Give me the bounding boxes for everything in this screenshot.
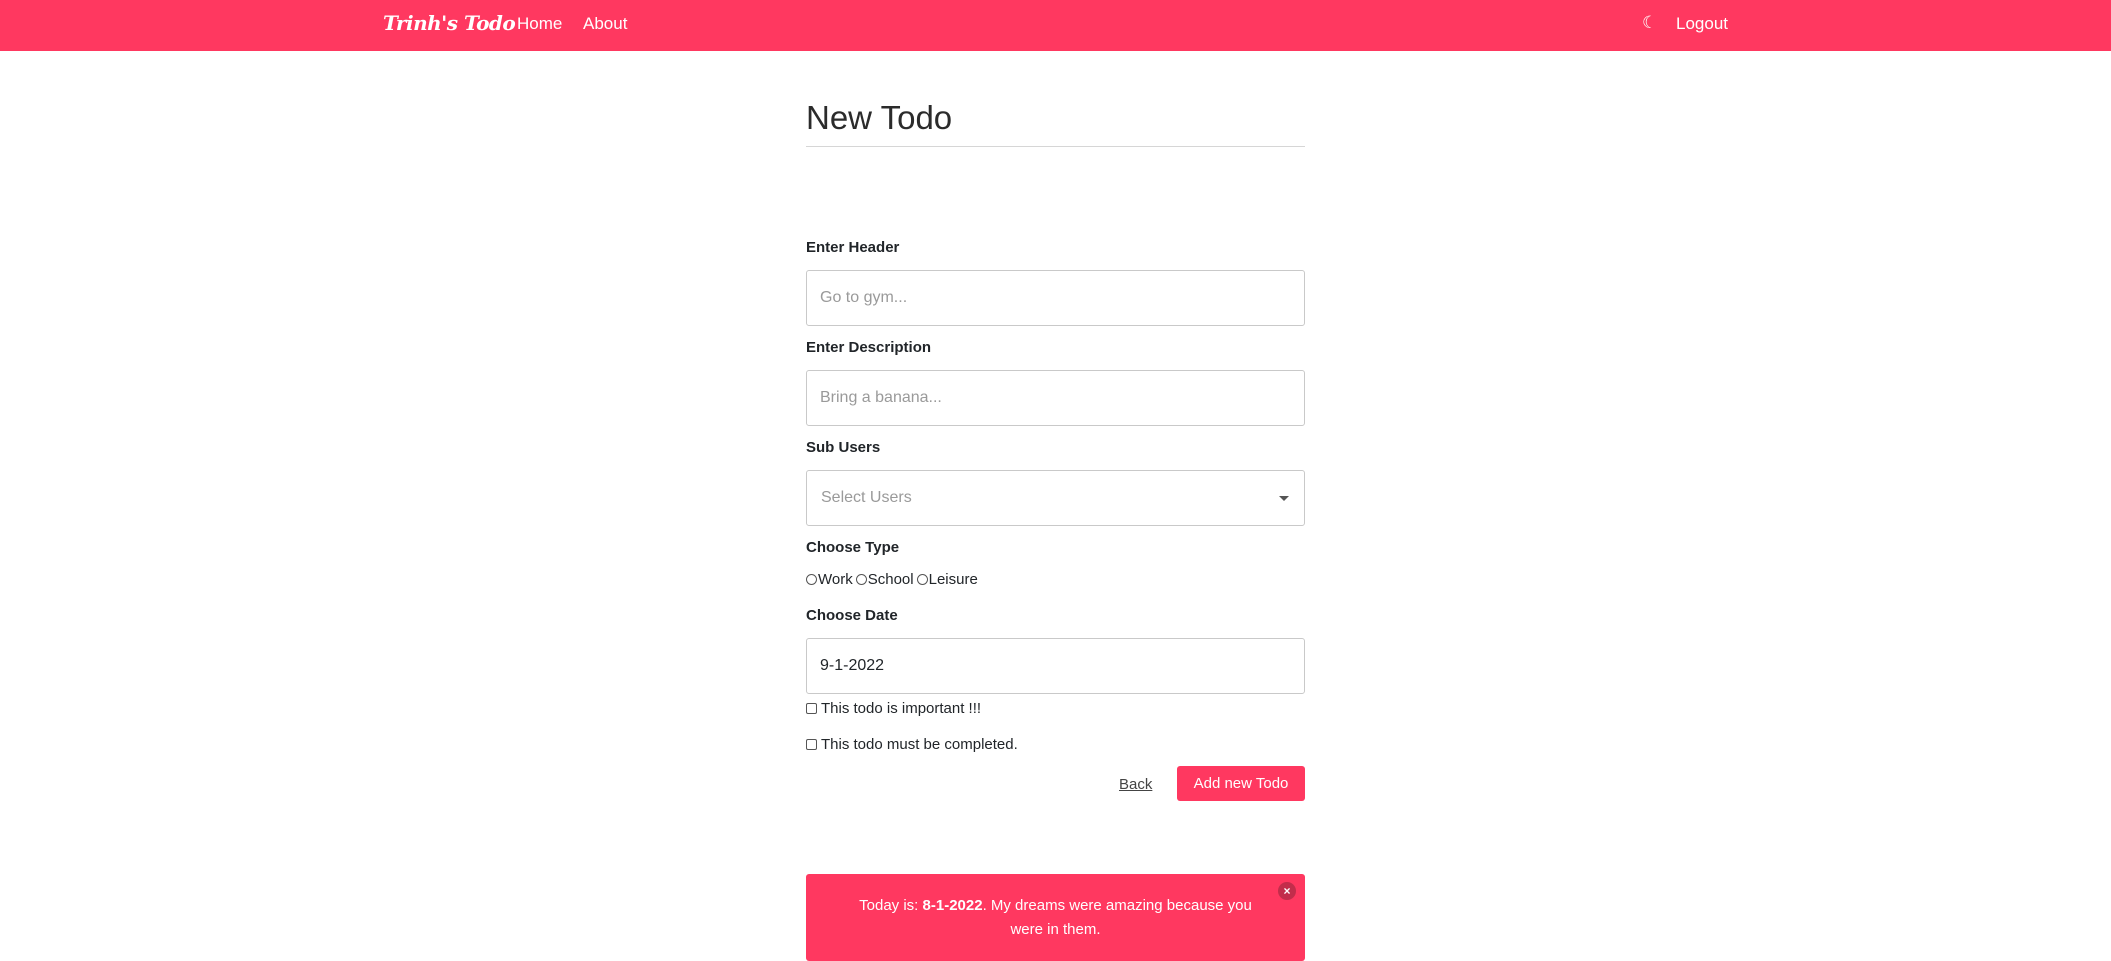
header-label: Enter Header [806,239,900,256]
description-input[interactable] [806,370,1305,426]
must-complete-checkbox[interactable] [806,739,817,750]
date-input[interactable] [806,638,1305,694]
radio-school-label: School [867,571,914,588]
radio-circle-icon[interactable] [916,574,928,585]
radio-circle-icon[interactable] [806,574,817,585]
type-radio-group: Work School Leisure [806,571,981,588]
back-link[interactable]: Back [1119,776,1152,793]
radio-leisure[interactable]: Leisure [916,571,978,588]
new-todo-form: New Todo Enter Header Enter Description … [806,90,1305,961]
chevron-down-icon [1279,496,1289,501]
must-complete-label: This todo must be completed. [821,736,1018,753]
notification-date: 8-1-2022 [922,897,983,914]
date-label: Choose Date [806,607,898,624]
must-complete-checkbox-row[interactable]: This todo must be completed. [806,736,1018,753]
nav-link-about[interactable]: About [583,14,627,34]
type-label: Choose Type [806,539,900,556]
important-checkbox-row[interactable]: This todo is important !!! [806,700,981,717]
nav-link-home[interactable]: Home [517,14,562,34]
radio-work[interactable]: Work [806,571,853,588]
radio-circle-icon[interactable] [855,574,867,585]
page-title: New Todo [806,90,1305,147]
important-checkbox[interactable] [806,703,817,714]
brand-logo[interactable]: Trinh's Todo [383,11,516,35]
sub-users-select[interactable]: Select Users [806,470,1305,526]
notification-message: . My dreams were amazing because you wer… [982,897,1252,938]
top-navbar: Trinh's Todo Home About ☾ Logout [0,0,2111,51]
description-label: Enter Description [806,339,932,356]
notification-prefix: Today is: [859,897,923,914]
important-label: This todo is important !!! [821,700,982,717]
sub-users-placeholder: Select Users [821,489,912,506]
moon-icon[interactable]: ☾ [1642,13,1657,33]
add-todo-button[interactable]: Add new Todo [1177,766,1305,801]
close-icon[interactable]: × [1278,882,1296,900]
logout-link[interactable]: Logout [1676,14,1728,34]
radio-work-label: Work [818,571,853,588]
header-input[interactable] [806,270,1305,326]
radio-leisure-label: Leisure [928,571,978,588]
sub-users-label: Sub Users [806,439,881,456]
radio-school[interactable]: School [855,571,914,588]
